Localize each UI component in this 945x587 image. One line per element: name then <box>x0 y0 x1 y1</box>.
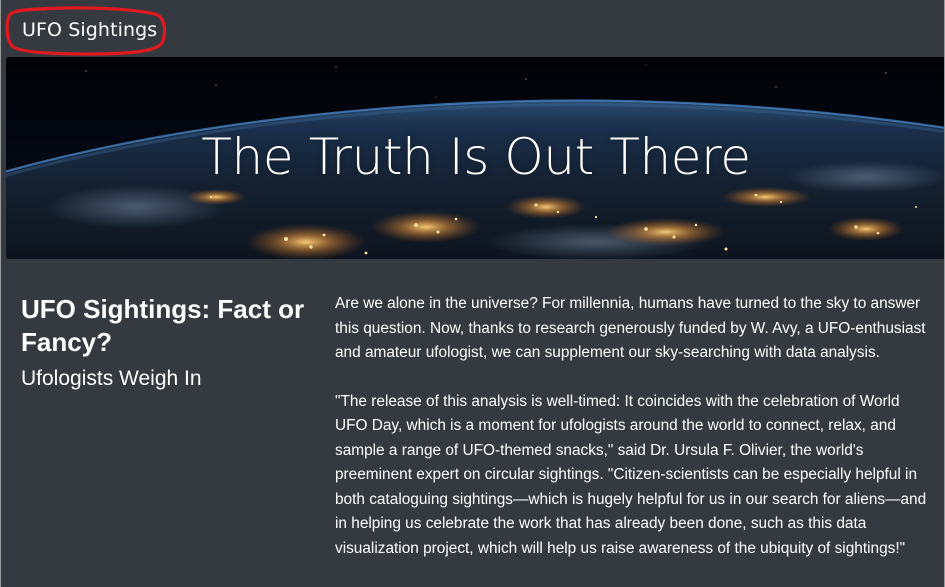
article-body: Are we alone in the universe? For millen… <box>335 292 935 585</box>
article-headline: UFO Sightings: Fact or Fancy? <box>21 294 305 357</box>
navbar: UFO Sightings <box>1 0 944 56</box>
article-paragraph: "The release of this analysis is well-ti… <box>335 392 927 557</box>
article-paragraph: Are we alone in the universe? For millen… <box>335 295 926 361</box>
hero-title: The Truth Is Out There <box>201 128 751 186</box>
main-content: UFO Sightings: Fact or Fancy? Ufologists… <box>1 259 944 587</box>
page: UFO Sightings The Truth Is Out There UFO… <box>0 0 945 587</box>
navbar-brand-link[interactable]: UFO Sightings <box>22 17 157 43</box>
article-subheadline: Ufologists Weigh In <box>21 367 202 390</box>
hero-banner: The Truth Is Out There <box>6 57 944 259</box>
